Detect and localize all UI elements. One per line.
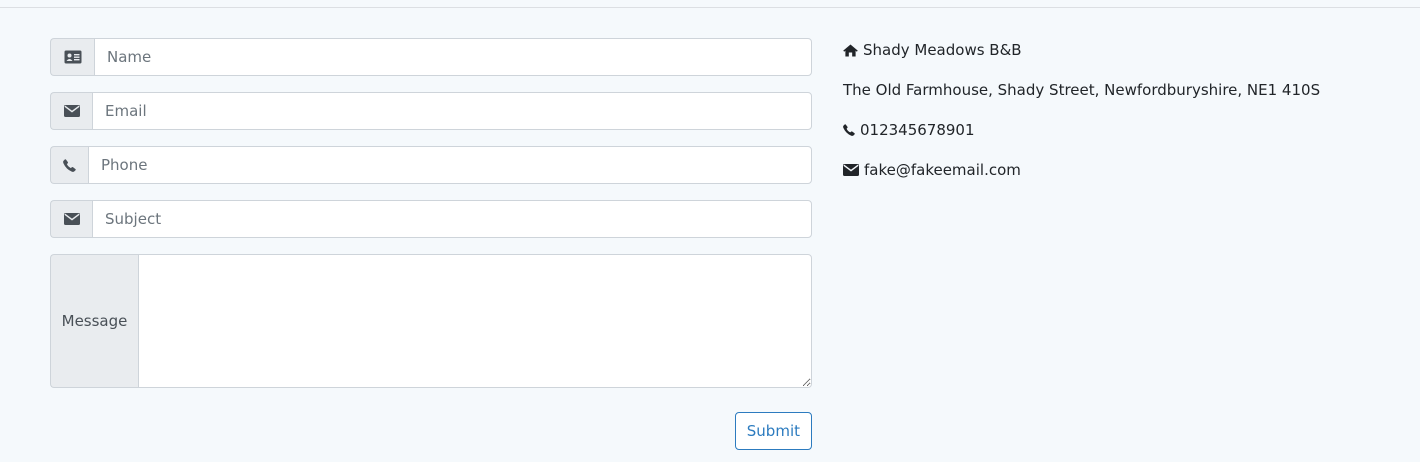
- envelope-icon: [50, 92, 92, 130]
- submit-button[interactable]: Submit: [734, 412, 812, 450]
- phone-icon: [50, 146, 88, 184]
- envelope-icon: [843, 164, 859, 176]
- message-label: Message: [50, 254, 138, 388]
- email-address: fake@fakeemail.com: [864, 161, 1021, 179]
- subject-input[interactable]: [92, 200, 812, 238]
- email-input[interactable]: [92, 92, 812, 130]
- contact-info: Shady Meadows B&B The Old Farmhouse, Sha…: [843, 40, 1320, 200]
- subject-input-group: [50, 200, 812, 238]
- home-icon: [843, 43, 858, 57]
- envelope-icon: [50, 200, 92, 238]
- message-textarea[interactable]: [138, 254, 812, 388]
- email-input-group: [50, 92, 812, 130]
- phone-line: 012345678901: [843, 120, 1320, 140]
- name-input-group: [50, 38, 812, 76]
- contact-form: Message Submit: [50, 38, 812, 450]
- id-card-icon: [50, 38, 94, 76]
- phone-input[interactable]: [88, 146, 812, 184]
- business-name: Shady Meadows B&B: [863, 41, 1022, 59]
- phone-icon: [843, 124, 855, 136]
- name-input[interactable]: [94, 38, 812, 76]
- phone-input-group: [50, 146, 812, 184]
- address-line: The Old Farmhouse, Shady Street, Newford…: [843, 80, 1320, 100]
- message-input-group: Message: [50, 254, 812, 388]
- email-line: fake@fakeemail.com: [843, 160, 1320, 180]
- phone-number: 012345678901: [860, 121, 975, 139]
- submit-row: Submit: [50, 412, 812, 450]
- business-name-line: Shady Meadows B&B: [843, 40, 1320, 60]
- address: The Old Farmhouse, Shady Street, Newford…: [843, 81, 1321, 99]
- top-divider: [0, 7, 1420, 8]
